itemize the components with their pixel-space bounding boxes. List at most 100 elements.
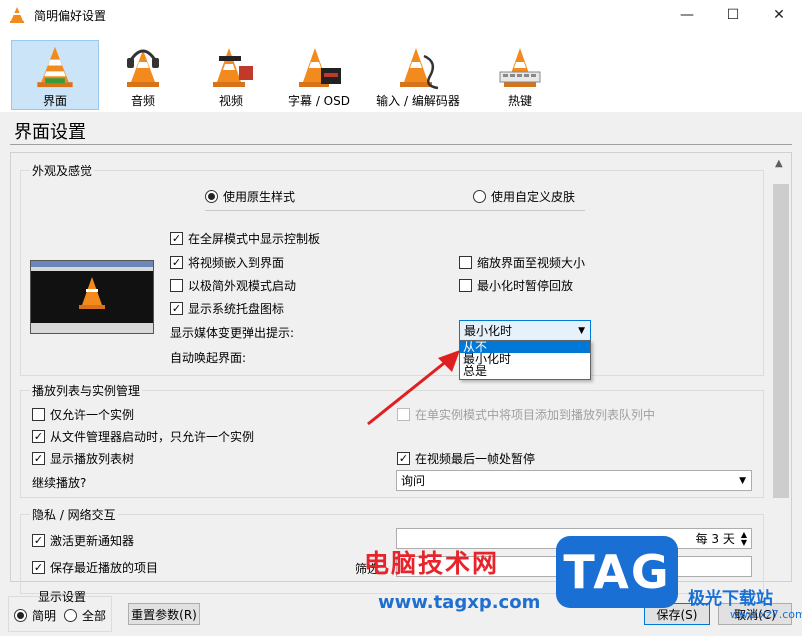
checkbox-label: 仅允许一个实例 xyxy=(50,408,135,422)
tab-input-codecs[interactable]: 输入 / 编解码器 xyxy=(363,40,473,110)
checkbox-pause-minimized[interactable]: 最小化时暂停回放 xyxy=(459,277,573,294)
checkbox[interactable]: ✓ xyxy=(32,534,45,547)
tab-subtitles-osd[interactable]: 字幕 / OSD xyxy=(275,40,363,110)
heading-divider xyxy=(10,144,792,145)
minimize-button[interactable]: — xyxy=(664,0,710,30)
resume-playback-select[interactable]: 询问 ▼ xyxy=(396,470,752,491)
page-title: 界面设置 xyxy=(14,122,86,143)
subtitles-cone-icon xyxy=(299,48,341,87)
checkbox-show-playlist-tree[interactable]: ✓ 显示播放列表树 xyxy=(32,450,134,467)
tab-label: 输入 / 编解码器 xyxy=(376,94,460,108)
tab-label: 音频 xyxy=(130,94,155,108)
checkbox-label: 最小化时暂停回放 xyxy=(477,279,574,293)
watermark-tag-logo: TAG xyxy=(556,536,678,608)
tab-label: 视频 xyxy=(218,94,243,108)
checkbox-minimal-start[interactable]: 以极简外观模式启动 xyxy=(170,277,296,294)
checkbox[interactable]: ✓ xyxy=(170,256,183,269)
raise-interface-label: 自动唤起界面: xyxy=(170,351,247,365)
window-title: 简明偏好设置 xyxy=(34,9,107,23)
interface-cone-icon xyxy=(37,46,73,88)
radio-native-style[interactable]: 使用原生样式 xyxy=(205,188,295,205)
checkbox-label: 保存最近播放的项目 xyxy=(50,561,159,575)
checkbox[interactable]: ✓ xyxy=(32,561,45,574)
tab-label: 界面 xyxy=(42,94,67,108)
checkbox[interactable]: ✓ xyxy=(170,232,183,245)
popup-label: 显示媒体变更弹出提示: xyxy=(170,326,295,340)
hotkeys-cone-icon xyxy=(499,48,541,87)
privacy-group-title: 隐私 / 网络交互 xyxy=(30,506,118,523)
radio-button[interactable] xyxy=(473,190,486,203)
radio-label: 使用原生样式 xyxy=(223,190,296,204)
checkbox-one-instance-file-manager[interactable]: ✓ 从文件管理器启动时，只允许一个实例 xyxy=(32,428,254,445)
scrollbar-thumb[interactable] xyxy=(773,184,789,498)
watermark-site-url: www.tagxp.com xyxy=(378,592,541,613)
checkbox-pause-last-frame[interactable]: ✓ 在视频最后一帧处暂停 xyxy=(397,450,535,467)
checkbox-label: 从文件管理器启动时，只允许一个实例 xyxy=(50,430,255,444)
radio-button[interactable] xyxy=(205,190,218,203)
radio-label: 全部 xyxy=(82,609,107,623)
video-glasses-cone-icon xyxy=(213,48,253,87)
spin-arrows-icon[interactable]: ▲ ▼ xyxy=(741,530,751,547)
checkbox[interactable]: ✓ xyxy=(170,302,183,315)
tab-label: 热键 xyxy=(507,94,532,108)
checkbox-one-instance[interactable]: 仅允许一个实例 xyxy=(32,406,134,423)
close-button[interactable]: ✕ xyxy=(756,0,802,30)
checkbox-update-notifier[interactable]: ✓ 激活更新通知器 xyxy=(32,532,134,549)
vlc-cone-icon xyxy=(10,7,24,23)
checkbox[interactable] xyxy=(459,256,472,269)
checkbox-label: 激活更新通知器 xyxy=(50,534,135,548)
tab-label: 字幕 / OSD xyxy=(288,94,350,108)
display-settings-label: 显示设置 xyxy=(38,590,87,604)
annotation-arrow-icon xyxy=(367,350,460,426)
checkbox-label: 在全屏模式中显示控制板 xyxy=(188,232,321,246)
style-divider xyxy=(205,210,585,211)
watermark-brand-url: www.xz7.com xyxy=(730,608,802,621)
dropdown-option[interactable]: 总是 xyxy=(460,365,590,377)
tab-hotkeys[interactable]: 热键 xyxy=(476,40,564,110)
radio-label: 使用自定义皮肤 xyxy=(491,190,576,204)
checkbox-embed-video[interactable]: ✓ 将视频嵌入到界面 xyxy=(170,254,284,271)
tab-interface[interactable]: 界面 xyxy=(11,40,99,110)
radio-button[interactable] xyxy=(14,609,27,622)
checkbox-label: 显示播放列表树 xyxy=(50,452,135,466)
chevron-down-icon: ▼ xyxy=(578,325,585,336)
radio-button[interactable] xyxy=(64,609,77,622)
tab-audio[interactable]: 音频 xyxy=(99,40,187,110)
checkbox[interactable] xyxy=(32,408,45,421)
select-value: 最小化时 xyxy=(464,324,513,338)
radio-custom-skin[interactable]: 使用自定义皮肤 xyxy=(473,188,575,205)
watermark-site-name: 电脑技术网 xyxy=(364,549,500,578)
checkbox[interactable] xyxy=(170,279,183,292)
checkbox-save-recent[interactable]: ✓ 保存最近播放的项目 xyxy=(32,559,158,576)
checkbox-label: 将视频嵌入到界面 xyxy=(188,256,285,270)
checkbox-label: 在视频最后一帧处暂停 xyxy=(415,452,536,466)
checkbox-tray-icon[interactable]: ✓ 显示系统托盘图标 xyxy=(170,300,284,317)
checkbox-label: 以极简外观模式启动 xyxy=(188,279,297,293)
watermark-brand: 极光下载站 xyxy=(688,589,773,609)
checkbox[interactable]: ✓ xyxy=(32,452,45,465)
interface-preview-image xyxy=(30,260,154,334)
radio-simple[interactable]: 简明 xyxy=(14,607,56,624)
reset-preferences-button[interactable]: 重置参数(R) xyxy=(128,603,200,625)
maximize-button[interactable]: ☐ xyxy=(710,0,756,30)
resume-playback-label: 继续播放? xyxy=(32,476,87,490)
codec-cable-cone-icon xyxy=(400,48,439,90)
scroll-up-arrow-icon[interactable]: ▲ xyxy=(775,158,783,169)
preview-cone-icon xyxy=(79,277,105,309)
radio-all[interactable]: 全部 xyxy=(64,607,106,624)
checkbox-fullscreen-controls[interactable]: ✓ 在全屏模式中显示控制板 xyxy=(170,230,320,247)
popup-dropdown-list[interactable]: 从不 最小化时 总是 xyxy=(459,340,591,380)
checkbox-label: 显示系统托盘图标 xyxy=(188,302,285,316)
appearance-group-title: 外观及感觉 xyxy=(30,162,95,179)
audio-headphones-cone-icon xyxy=(127,49,159,87)
checkbox[interactable]: ✓ xyxy=(32,430,45,443)
tab-video[interactable]: 视频 xyxy=(187,40,275,110)
radio-label: 简明 xyxy=(32,609,57,623)
checkbox[interactable]: ✓ xyxy=(397,452,410,465)
checkbox-resize-to-video[interactable]: 缩放界面至视频大小 xyxy=(459,254,585,271)
checkbox-label: 缩放界面至视频大小 xyxy=(477,256,586,270)
checkbox[interactable] xyxy=(459,279,472,292)
spinbox-value: 每 3 天 xyxy=(695,532,735,546)
chevron-down-icon: ▼ xyxy=(739,475,746,486)
popup-select[interactable]: 最小化时 ▼ xyxy=(459,320,591,341)
